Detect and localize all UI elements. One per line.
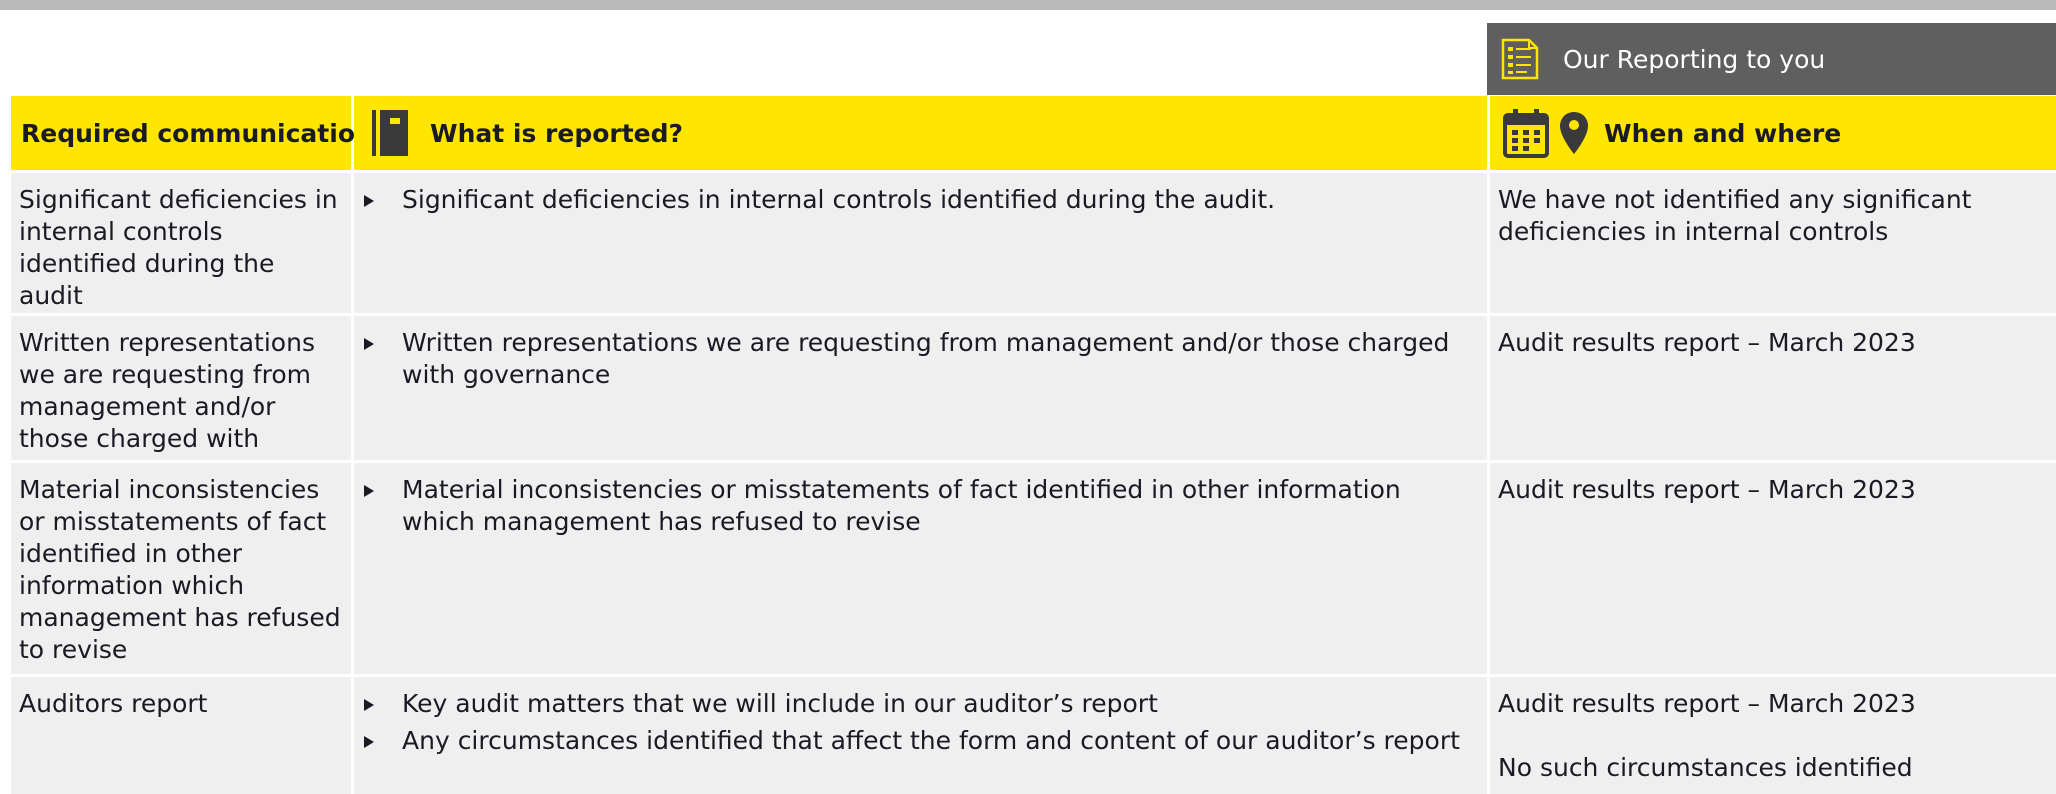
reporting-banner-title: Our Reporting to you: [1563, 44, 1826, 74]
header-what-label: What is reported?: [430, 118, 684, 148]
map-pin-icon: [1560, 112, 1588, 154]
bullet-arrow-icon: [364, 195, 374, 207]
communications-table: Required communications What is reported…: [11, 96, 2056, 794]
row-2-what: Written representations we are requestin…: [354, 316, 1487, 460]
row-4-when: Audit results report – March 2023 No suc…: [1490, 677, 2056, 794]
reporting-banner: Our Reporting to you: [1487, 23, 2056, 95]
row-2-when-text: Audit results report – March 2023: [1498, 328, 1916, 357]
header-when-and-where: When and where: [1490, 96, 2056, 170]
list-item: Material inconsistencies or misstatement…: [362, 474, 1477, 538]
row-2-what-item-1: Written representations we are requestin…: [402, 328, 1450, 389]
row-4-what: Key audit matters that we will include i…: [354, 677, 1487, 794]
header-when-label: When and where: [1604, 118, 1842, 148]
checklist-icon: [1501, 38, 1539, 80]
bullet-arrow-icon: [364, 485, 374, 497]
list-item: Written representations we are requestin…: [362, 327, 1477, 391]
row-1-what: Significant deficiencies in internal con…: [354, 173, 1487, 313]
header-what-is-reported: What is reported?: [354, 96, 1487, 170]
notebook-icon: [372, 110, 408, 156]
row-4-what-item-1: Key audit matters that we will include i…: [402, 689, 1158, 718]
list-item: Key audit matters that we will include i…: [362, 688, 1477, 720]
row-3-when: Audit results report – March 2023: [1490, 463, 2056, 674]
row-1-when: We have not identified any significant d…: [1490, 173, 2056, 313]
bullet-arrow-icon: [364, 338, 374, 350]
row-4-what-item-2: Any circumstances identified that affect…: [402, 726, 1460, 755]
row-3-when-text: Audit results report – March 2023: [1498, 475, 1916, 504]
row-4-when-text-1: Audit results report – March 2023: [1498, 689, 1916, 718]
row-3-required: Material inconsistencies or misstatement…: [11, 463, 351, 674]
row-2-required: Written representations we are requestin…: [11, 316, 351, 460]
header-required-communications: Required communications: [11, 96, 388, 170]
list-item: Any circumstances identified that affect…: [362, 725, 1477, 757]
bullet-arrow-icon: [364, 699, 374, 711]
top-divider: [0, 0, 2056, 10]
row-3-what-item-1: Material inconsistencies or misstatement…: [402, 475, 1401, 536]
row-4-when-text-2: No such circumstances identified: [1498, 753, 1913, 782]
row-1-when-text: We have not identified any significant d…: [1498, 185, 1972, 246]
row-4-required: Auditors report: [11, 677, 351, 794]
calendar-icon: [1503, 109, 1549, 158]
row-1-what-item-1: Significant deficiencies in internal con…: [402, 185, 1276, 214]
row-1-required: Significant deficiencies in internal con…: [11, 173, 351, 313]
list-item: Significant deficiencies in internal con…: [362, 184, 1477, 216]
header-required-label: Required communications: [21, 118, 388, 148]
row-2-when: Audit results report – March 2023: [1490, 316, 2056, 460]
bullet-arrow-icon: [364, 736, 374, 748]
row-3-what: Material inconsistencies or misstatement…: [354, 463, 1487, 674]
